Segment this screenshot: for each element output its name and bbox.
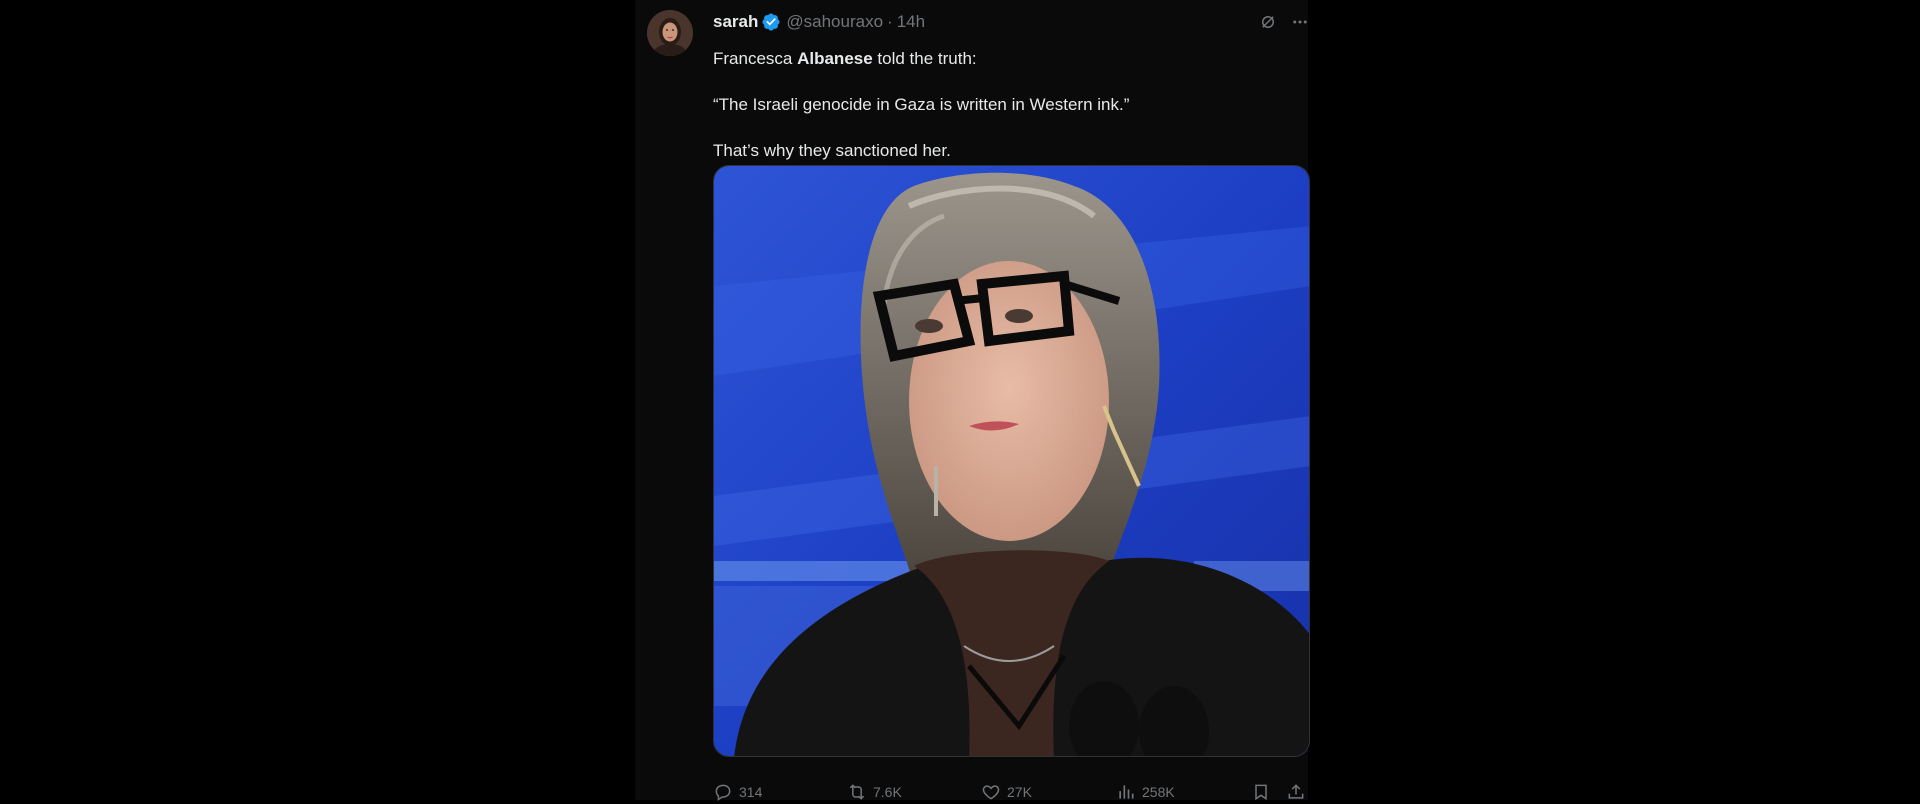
verified-badge-icon (761, 12, 781, 32)
like-button[interactable]: 27K (981, 780, 1032, 804)
views-icon (1119, 785, 1134, 799)
tweet-header: sarah @sahouraxo · 14h (713, 10, 1311, 34)
tweet-content: sarah @sahouraxo · 14h Francesca Albanes… (713, 10, 1311, 162)
photo-portrait (714, 166, 1309, 756)
tweet-text: Francesca Albanese told the truth: “The … (713, 47, 1311, 162)
reply-button[interactable]: 314 (713, 780, 762, 804)
repost-button[interactable]: 7.6K (847, 780, 902, 804)
like-count: 27K (1007, 784, 1032, 800)
header-actions (1257, 10, 1311, 34)
bookmark-button[interactable] (1251, 780, 1271, 804)
tweet-text-line-3: That’s why they sanctioned her. (713, 141, 951, 160)
separator-dot: · (887, 12, 893, 31)
heart-icon (982, 785, 1000, 800)
more-icon[interactable] (1289, 11, 1311, 33)
views-button[interactable]: 258K (1116, 780, 1175, 804)
bookmark-icon (1255, 784, 1267, 801)
tweet-actions: 314 7.6K 27K 258K (713, 780, 1310, 804)
reply-icon (715, 784, 731, 801)
tweet-time[interactable]: 14h (897, 10, 925, 34)
repost-count: 7.6K (873, 784, 902, 800)
text-bold-name: Albanese (797, 49, 873, 68)
author-handle[interactable]: @sahouraxo (786, 10, 883, 34)
tweet-text-line-2: “The Israeli genocide in Gaza is written… (713, 95, 1130, 114)
avatar[interactable] (647, 10, 693, 56)
avatar-image (647, 10, 693, 56)
text-plain-2: told the truth: (872, 49, 977, 68)
tweet-photo[interactable] (713, 165, 1310, 757)
tweet-text-line-1: Francesca Albanese told the truth: (713, 47, 1311, 70)
repost-icon (849, 784, 865, 800)
author-name[interactable]: sarah (713, 10, 758, 34)
share-button[interactable] (1286, 780, 1306, 804)
reply-count: 314 (739, 784, 763, 800)
timeline-column: sarah @sahouraxo · 14h Francesca Albanes… (635, 0, 1311, 801)
share-icon (1288, 784, 1304, 799)
views-count: 258K (1142, 784, 1175, 800)
grok-icon[interactable] (1257, 11, 1279, 33)
text-plain-1: Francesca (713, 49, 798, 68)
